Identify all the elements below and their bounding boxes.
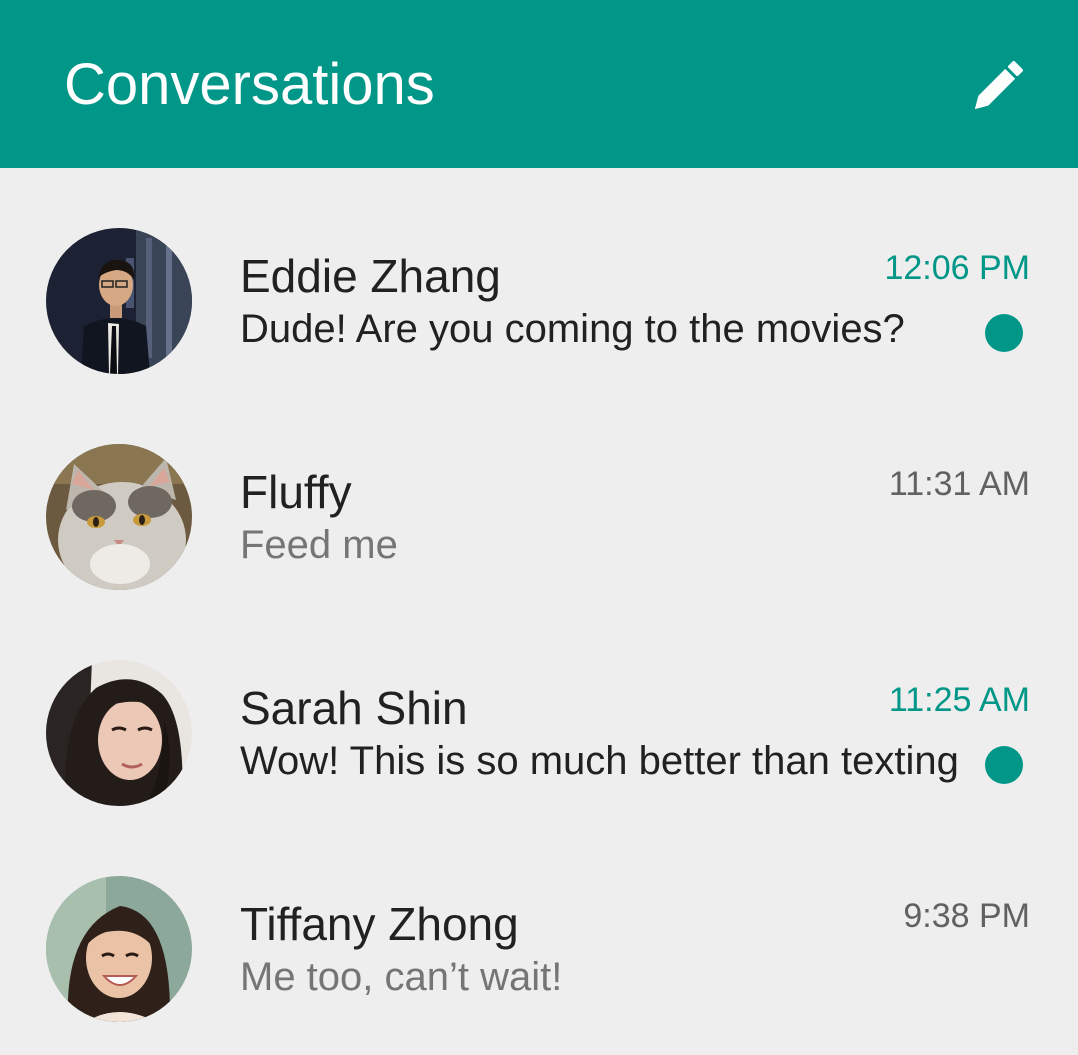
conversation-item-fluffy[interactable]: Fluffy 11:31 AM Feed me bbox=[0, 384, 1078, 600]
conversation-item-tiffany-zhong[interactable]: Tiffany Zhong 9:38 PM Me too, can’t wait… bbox=[0, 816, 1078, 1032]
message-time: 11:25 AM bbox=[888, 681, 1030, 719]
message-time: 11:31 AM bbox=[888, 465, 1030, 503]
avatar bbox=[46, 228, 192, 374]
avatar bbox=[46, 876, 192, 1022]
conversation-item-eddie-zhang[interactable]: Eddie Zhang 12:06 PM Dude! Are you comin… bbox=[0, 168, 1078, 384]
message-time: 9:38 PM bbox=[903, 897, 1030, 935]
unread-indicator bbox=[985, 746, 1023, 784]
unread-indicator bbox=[985, 314, 1023, 352]
contact-name: Sarah Shin bbox=[240, 682, 468, 734]
conversation-item-sarah-shin[interactable]: Sarah Shin 11:25 AM Wow! This is so much… bbox=[0, 600, 1078, 816]
message-time: 12:06 PM bbox=[884, 249, 1030, 287]
message-preview: Feed me bbox=[240, 523, 398, 567]
app-bar: Conversations bbox=[0, 0, 1078, 168]
page-title: Conversations bbox=[64, 52, 435, 117]
message-preview: Wow! This is so much better than texting bbox=[240, 739, 959, 783]
message-preview: Dude! Are you coming to the movies? bbox=[240, 307, 905, 351]
pencil-icon bbox=[974, 60, 1024, 110]
contact-name: Eddie Zhang bbox=[240, 250, 501, 302]
contact-name: Fluffy bbox=[240, 466, 352, 518]
conversation-list: Eddie Zhang 12:06 PM Dude! Are you comin… bbox=[0, 168, 1078, 1055]
avatar bbox=[46, 444, 192, 590]
compose-button[interactable] bbox=[966, 48, 1036, 118]
avatar bbox=[46, 660, 192, 806]
contact-name: Tiffany Zhong bbox=[240, 898, 519, 950]
message-preview: Me too, can’t wait! bbox=[240, 955, 563, 999]
